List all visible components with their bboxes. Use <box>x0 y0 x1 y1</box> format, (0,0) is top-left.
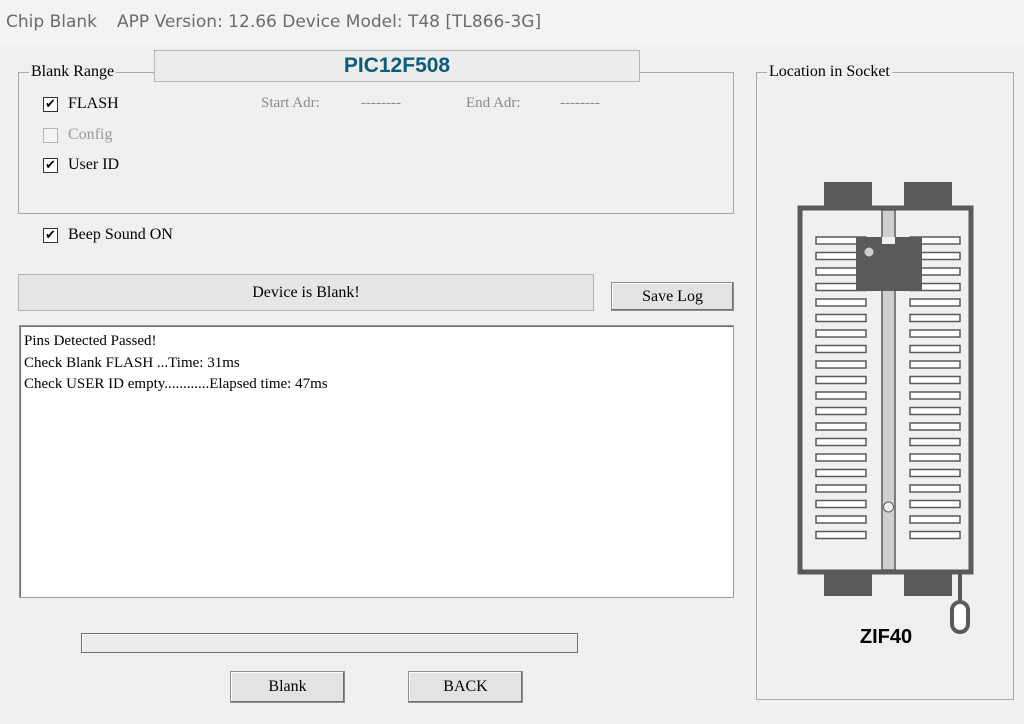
beep-label: Beep Sound ON <box>68 226 173 243</box>
socket-pin-left <box>815 406 867 416</box>
config-label: Config <box>68 126 113 143</box>
socket-pin-left <box>815 484 867 493</box>
chip-pin1-dot <box>864 247 874 257</box>
socket-pin-left <box>815 468 867 478</box>
back-button[interactable]: BACK <box>408 671 523 703</box>
log-line: Check USER ID empty............Elapsed t… <box>24 376 328 392</box>
socket-pin-left <box>815 375 867 385</box>
socket-pin-right <box>909 515 961 524</box>
chip-body <box>856 237 922 291</box>
socket-pin-left <box>815 499 867 509</box>
window-title: Chip Blank <box>6 12 97 32</box>
log-textarea[interactable]: Pins Detected Passed! Check Blank FLASH … <box>19 325 734 598</box>
socket-pin-left <box>815 360 867 369</box>
socket-pin-left <box>815 515 867 524</box>
socket-pin-right <box>909 298 961 307</box>
chip-notch <box>882 237 895 244</box>
socket-bottom-tab-left <box>824 574 872 596</box>
config-checkbox-row[interactable]: Config <box>43 126 112 144</box>
config-checkbox[interactable] <box>43 127 58 143</box>
blank-range-legend: Blank Range <box>29 63 117 81</box>
socket-pin-right <box>909 499 961 509</box>
window-title-line: Chip Blank APP Version: 12.66 Device Mode… <box>6 12 541 32</box>
socket-pin-left <box>815 329 867 338</box>
socket-pin-right <box>909 453 961 462</box>
save-log-button[interactable]: Save Log <box>611 282 734 311</box>
socket-pin-right <box>909 468 961 478</box>
zif-label: ZIF40 <box>859 626 913 648</box>
socket-pin-left <box>815 437 867 447</box>
beep-checkbox[interactable]: ✔ <box>43 227 58 243</box>
start-adr-label: Start Adr: <box>261 95 320 111</box>
log-line: Check Blank FLASH ...Time: 31ms <box>24 354 240 371</box>
chip-name: PIC12F508 <box>343 54 451 77</box>
flash-checkbox-row[interactable]: ✔ FLASH <box>43 95 119 113</box>
socket-pin-left <box>815 530 867 540</box>
app-version: APP Version: 12.66 Device Model: T48 [TL… <box>117 12 542 32</box>
socket-top-tab-right <box>904 182 952 206</box>
progress-bar <box>81 633 578 653</box>
end-adr-label: End Adr: <box>466 95 521 111</box>
socket-top-tab-left <box>824 182 872 206</box>
flash-label: FLASH <box>68 95 119 112</box>
socket-pin-left <box>815 298 867 307</box>
socket-pin-right <box>909 329 961 338</box>
socket-pin-right <box>909 360 961 369</box>
socket-pin-right <box>909 422 961 431</box>
socket-pin-left <box>815 453 867 462</box>
flash-checkbox[interactable]: ✔ <box>43 96 58 112</box>
beep-checkbox-row[interactable]: ✔ Beep Sound ON <box>43 226 173 244</box>
socket-pin-right <box>909 391 961 400</box>
socket-pin-left <box>815 313 867 323</box>
blank-button[interactable]: Blank <box>230 671 345 703</box>
blank-range-group: Blank Range <box>18 63 734 214</box>
socket-pin-right <box>909 344 961 354</box>
socket-pin-left <box>815 391 867 400</box>
log-line: Pins Detected Passed! <box>24 333 157 349</box>
socket-pin-left <box>815 344 867 354</box>
socket-hole <box>883 501 894 513</box>
socket-bottom-tab-right <box>904 574 952 596</box>
start-adr-value: -------- <box>361 95 401 111</box>
socket-pin-right <box>909 484 961 493</box>
socket-pin-right <box>909 313 961 323</box>
chip-name-box: PIC12F508 <box>154 50 640 82</box>
zif-socket-diagram <box>797 182 974 634</box>
userid-checkbox-row[interactable]: ✔ User ID <box>43 156 119 174</box>
socket-pin-right <box>909 437 961 447</box>
socket-pin-right <box>909 406 961 416</box>
userid-label: User ID <box>68 156 120 173</box>
title-bar: Chip Blank APP Version: 12.66 Device Mode… <box>0 0 1024 46</box>
socket-legend: Location in Socket <box>767 63 892 81</box>
end-adr-value: -------- <box>560 95 600 111</box>
socket-pin-right <box>909 530 961 540</box>
socket-pin-right <box>909 375 961 385</box>
userid-checkbox[interactable]: ✔ <box>43 157 58 173</box>
status-panel: Device is Blank! <box>18 274 594 311</box>
socket-pin-left <box>815 422 867 431</box>
